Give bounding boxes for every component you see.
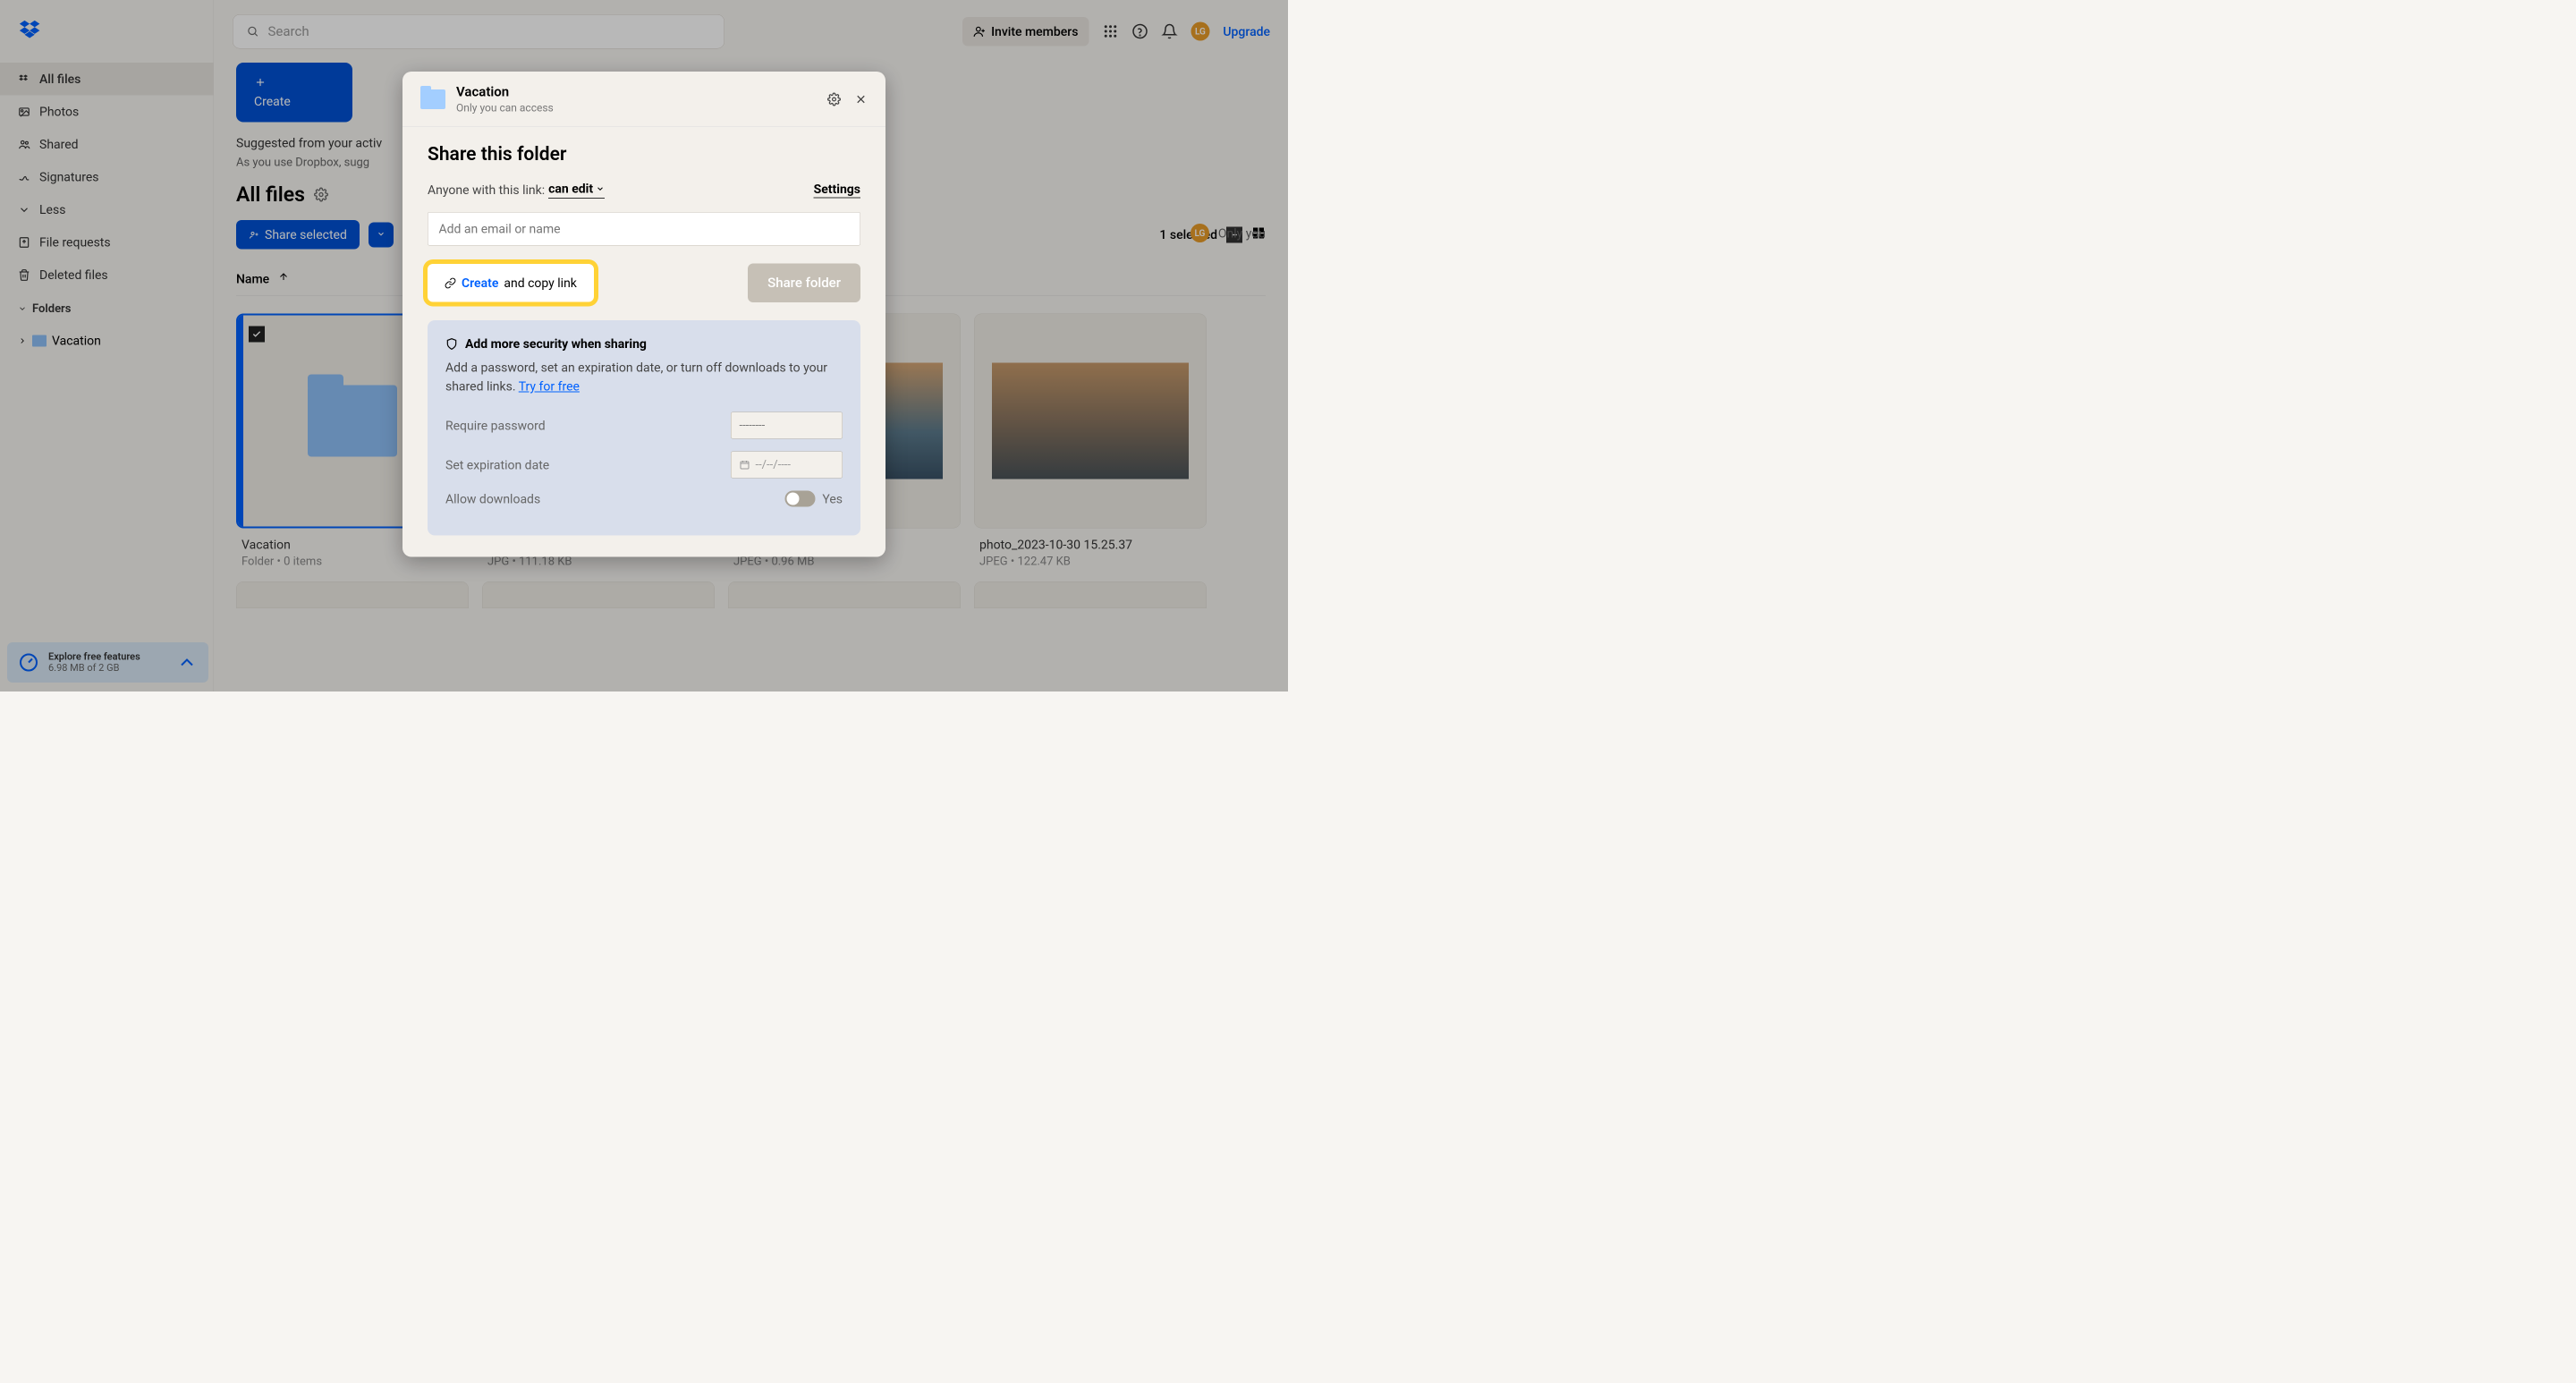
modal-access-label: Only you can access [456,102,554,115]
security-card: Add more security when sharing Add a pas… [428,320,860,536]
share-folder-button[interactable]: Share folder [748,264,860,303]
permission-dropdown[interactable]: can edit [548,182,605,199]
permission-label: Anyone with this link: [428,182,545,198]
email-input[interactable] [428,212,860,246]
shield-icon [445,337,458,350]
expiration-date-input[interactable]: --/--/---- [731,452,843,479]
gear-icon[interactable] [827,92,841,106]
toggle-value: Yes [822,491,843,506]
allow-downloads-toggle[interactable] [784,491,815,507]
allow-downloads-label: Allow downloads [445,491,540,506]
modal-folder-name: Vacation [456,84,554,100]
share-modal: Vacation Only you can access Share this … [402,72,886,557]
create-copy-link-button[interactable]: Create and copy link [428,264,594,302]
folder-icon [420,89,445,109]
require-password-label: Require password [445,418,546,433]
try-free-link[interactable]: Try for free [519,379,580,395]
calendar-icon [740,460,750,471]
link-icon [445,277,456,289]
expiration-label: Set expiration date [445,457,549,472]
settings-link[interactable]: Settings [814,182,860,199]
password-input[interactable] [731,412,843,439]
modal-title: Share this folder [428,143,860,165]
chevron-down-icon [596,184,605,193]
close-icon[interactable] [854,92,868,106]
